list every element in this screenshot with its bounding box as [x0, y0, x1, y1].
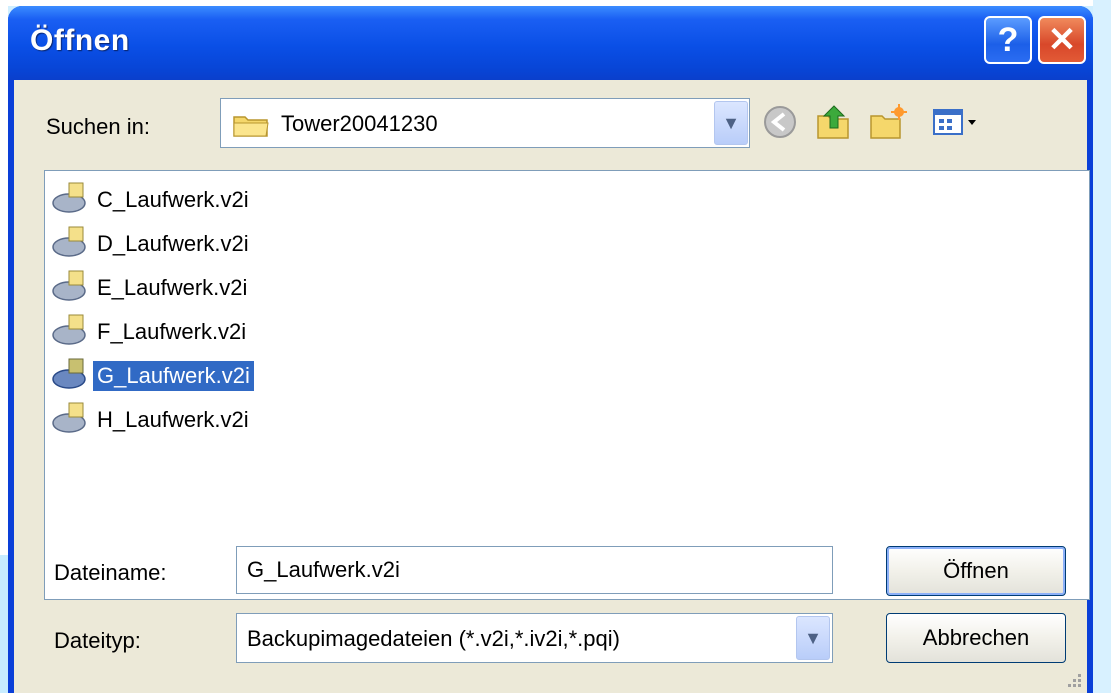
backup-image-file-icon: [52, 270, 86, 301]
backup-image-file-icon: [52, 182, 86, 213]
view-menu-icon[interactable]: [930, 102, 982, 142]
open-button[interactable]: Öffnen: [886, 546, 1066, 596]
cancel-button[interactable]: Abbrechen: [886, 613, 1066, 663]
lookin-dropdown-button[interactable]: ▼: [714, 101, 748, 145]
desktop-edge-right: [1093, 0, 1111, 693]
file-name: F_Laufwerk.v2i: [97, 319, 247, 344]
lookin-label: Suchen in:: [46, 114, 150, 139]
lookin-combobox[interactable]: Tower20041230 ▼: [220, 98, 750, 148]
open-dialog: Öffnen ? ✕ Suchen in: Tower20041230 ▼ C_…: [8, 6, 1093, 693]
filetype-value: Backupimagedateien (*.v2i,*.iv2i,*.pqi): [247, 626, 620, 651]
list-item[interactable]: H_Laufwerk.v2i: [51, 399, 351, 439]
resize-grip-icon[interactable]: [1064, 670, 1084, 690]
backup-image-file-icon: [52, 358, 86, 389]
lookin-value: Tower20041230: [281, 111, 438, 136]
list-item[interactable]: C_Laufwerk.v2i: [51, 179, 351, 219]
new-folder-icon[interactable]: [868, 102, 908, 142]
up-folder-icon[interactable]: [814, 102, 854, 142]
close-button[interactable]: ✕: [1038, 16, 1086, 64]
backup-image-file-icon: [52, 402, 86, 433]
back-icon[interactable]: [760, 102, 800, 142]
dialog-client-area: Suchen in: Tower20041230 ▼ C_Laufwerk.v2…: [14, 80, 1090, 693]
file-name: H_Laufwerk.v2i: [97, 407, 249, 432]
filetype-dropdown-button[interactable]: ▼: [796, 616, 830, 660]
backup-image-file-icon: [52, 314, 86, 345]
filename-input[interactable]: G_Laufwerk.v2i: [236, 546, 833, 594]
help-button[interactable]: ?: [984, 16, 1032, 64]
chevron-down-icon: ▼: [722, 112, 740, 133]
file-list[interactable]: C_Laufwerk.v2i D_Laufwerk.v2i E_Laufwerk…: [44, 170, 1090, 600]
list-item[interactable]: D_Laufwerk.v2i: [51, 223, 351, 263]
backup-image-file-icon: [52, 226, 86, 257]
filename-label: Dateiname:: [54, 560, 167, 585]
window-title: Öffnen: [30, 24, 130, 57]
list-item-selected[interactable]: G_Laufwerk.v2i: [51, 355, 351, 395]
folder-icon: [233, 116, 269, 137]
filetype-combobox[interactable]: Backupimagedateien (*.v2i,*.iv2i,*.pqi) …: [236, 613, 833, 663]
chevron-down-icon: ▼: [804, 627, 822, 648]
file-name: E_Laufwerk.v2i: [97, 275, 248, 300]
list-item[interactable]: E_Laufwerk.v2i: [51, 267, 351, 307]
file-name: C_Laufwerk.v2i: [97, 187, 249, 212]
title-bar[interactable]: Öffnen ? ✕: [8, 6, 1093, 80]
filetype-label: Dateityp:: [54, 628, 141, 653]
file-name: D_Laufwerk.v2i: [97, 231, 249, 256]
file-name: G_Laufwerk.v2i: [93, 361, 254, 391]
list-item[interactable]: F_Laufwerk.v2i: [51, 311, 351, 351]
desktop-edge-strip: [0, 555, 8, 693]
